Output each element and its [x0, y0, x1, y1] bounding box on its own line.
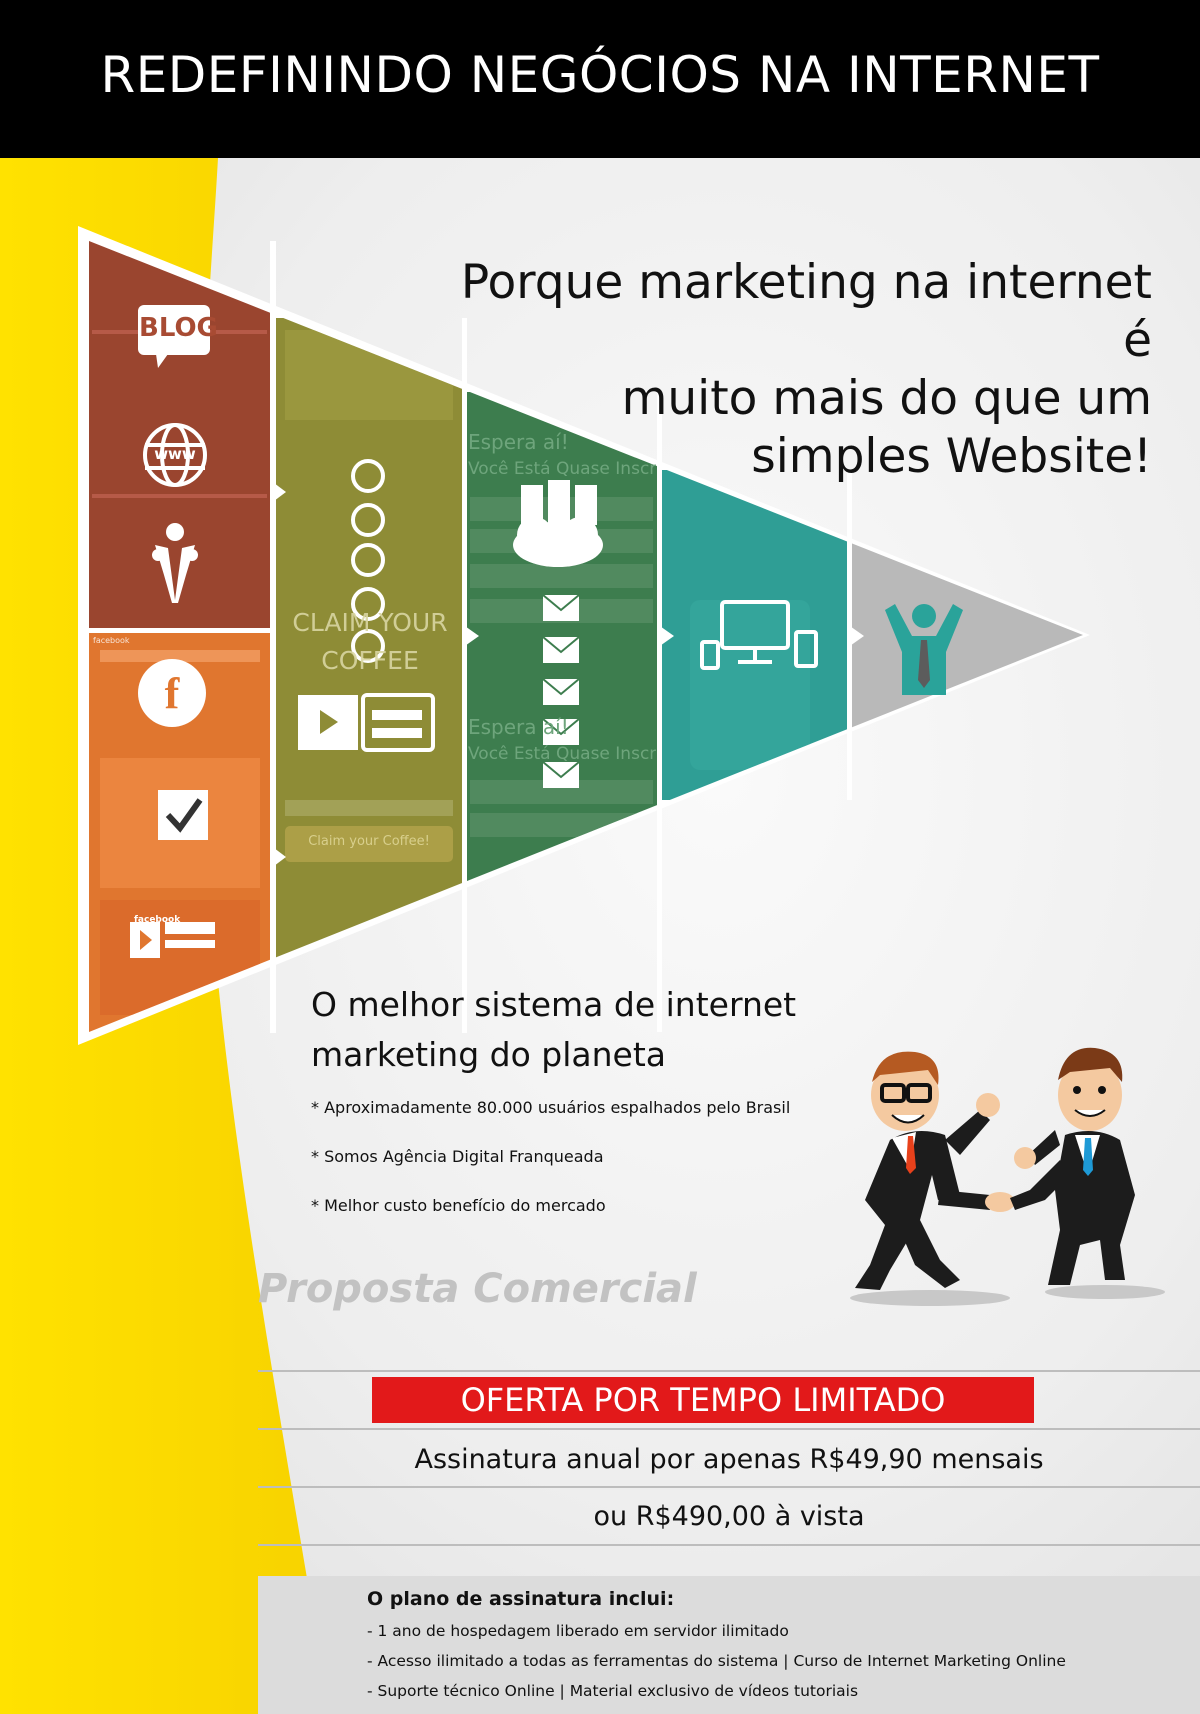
subheading: O melhor sistema de internet marketing d…: [311, 980, 871, 1080]
price-upfront: ou R$490,00 à vista: [593, 1501, 865, 1532]
panel3-line-3: Espera aí!: [468, 715, 569, 739]
bullet-item: * Melhor custo benefício do mercado: [311, 1196, 606, 1215]
divider: [258, 1370, 1200, 1372]
price-monthly: Assinatura anual por apenas R$49,90 mens…: [414, 1444, 1044, 1475]
businessmen-handshake-illustration: [850, 1047, 1165, 1306]
facebook-screen-label-2: facebook: [134, 915, 181, 925]
headline-line-2: muito mais do que um: [621, 371, 1152, 426]
facebook-screen-label: facebook: [93, 636, 130, 645]
plan-item: - 1 ano de hospedagem liberado em servid…: [367, 1622, 789, 1640]
header-bar: REDEFININDO NEGÓCIOS NA INTERNET: [0, 0, 1200, 158]
page-title: REDEFININDO NEGÓCIOS NA INTERNET: [100, 46, 1100, 104]
plan-item: - Acesso ilimitado a todas as ferramenta…: [367, 1652, 1066, 1670]
claim-coffee-text: CLAIM YOUR COFFEE: [285, 604, 455, 680]
subheading-line-1: O melhor sistema de internet: [311, 985, 797, 1024]
headline-line-1: Porque marketing na internet é: [460, 255, 1152, 368]
headline-line-3: simples Website!: [751, 429, 1152, 484]
claim-coffee-button: Claim your Coffee!: [308, 834, 430, 849]
bullet-item: * Aproximadamente 80.000 usuários espalh…: [311, 1098, 791, 1117]
panel-5: [852, 540, 1083, 730]
divider: [258, 1428, 1200, 1430]
headline: Porque marketing na internet é muito mai…: [452, 254, 1152, 486]
watermark: Proposta Comercial: [258, 1266, 697, 1312]
claim-line-2: COFFEE: [321, 646, 419, 675]
www-label: www: [154, 445, 196, 463]
offer-banner: OFERTA POR TEMPO LIMITADO: [372, 1377, 1034, 1423]
panel3-line-4: Você Está Quase Inscri: [468, 744, 656, 764]
claim-line-1: CLAIM YOUR: [292, 608, 448, 637]
flyer-page: BLOG www f facebook facebook CLAIM YOUR …: [0, 0, 1200, 1714]
bullet-item: * Somos Agência Digital Franqueada: [311, 1147, 604, 1166]
panel3-text-bottom: Espera aí! Você Está Quase Inscri: [468, 715, 656, 767]
subheading-line-2: marketing do planeta: [311, 1035, 666, 1074]
blog-label: BLOG: [139, 313, 218, 343]
facebook-label: f: [164, 669, 180, 718]
plan-item: - Suporte técnico Online | Material excl…: [367, 1682, 859, 1700]
divider: [258, 1544, 1200, 1546]
divider: [258, 1486, 1200, 1488]
server-cloud-icon: [513, 480, 603, 567]
plan-title: O plano de assinatura inclui:: [367, 1588, 675, 1610]
checkbox-icon: [158, 790, 208, 840]
